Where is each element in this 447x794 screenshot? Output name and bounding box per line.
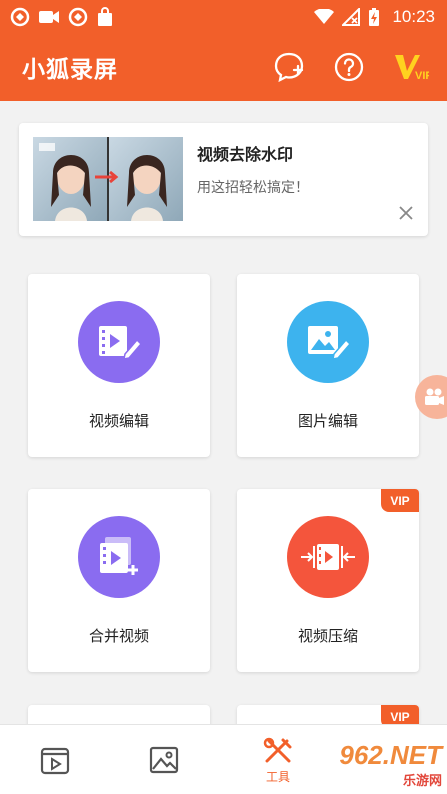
tool-card-video-edit[interactable]: 视频编辑	[28, 274, 210, 457]
battery-charging-icon	[369, 7, 380, 26]
banner-image	[33, 137, 183, 221]
video-edit-icon	[78, 301, 160, 383]
tool-label: 合并视频	[88, 627, 149, 645]
app-actions: VIP	[271, 49, 431, 85]
image-icon	[149, 746, 179, 774]
app-bar: 小狐录屏 VIP	[0, 33, 447, 101]
no-signal-icon	[342, 7, 361, 26]
tools-icon	[263, 737, 292, 762]
vip-button[interactable]: VIP	[391, 49, 431, 85]
nav-tools[interactable]: 工具	[248, 725, 308, 794]
status-bar: 10:23	[0, 0, 447, 33]
help-icon	[334, 52, 364, 82]
chat-add-icon	[274, 52, 304, 83]
tool-label: 视频压缩	[297, 627, 358, 645]
tool-card-image-edit[interactable]: 图片编辑	[237, 274, 419, 457]
svg-text:VIP: VIP	[415, 70, 429, 82]
image-edit-icon	[287, 301, 369, 383]
watermark-main: 962.NET	[339, 739, 442, 770]
site-watermark: 962.NET 乐游网	[312, 740, 442, 790]
vip-badge: VIP	[381, 489, 419, 512]
floating-record-button[interactable]	[415, 375, 447, 419]
nav-images[interactable]	[134, 725, 194, 794]
banner-title: 视频去除水印	[197, 145, 294, 164]
video-file-icon	[40, 747, 70, 775]
camera-icon	[425, 388, 444, 405]
tool-label: 视频编辑	[88, 412, 149, 430]
status-system: 10:23	[314, 7, 435, 27]
nav-tools-label: 工具	[265, 769, 290, 784]
video-compress-icon	[287, 516, 369, 598]
feedback-button[interactable]	[271, 49, 307, 85]
tool-label: 图片编辑	[297, 412, 358, 430]
tool-card-video-compress[interactable]: VIP 视频压缩	[237, 489, 419, 672]
app-notification-icon-2	[68, 7, 88, 26]
banner-subtitle: 用这招轻松搞定！	[197, 180, 309, 196]
help-button[interactable]	[331, 49, 367, 85]
vip-logo-icon: VIP	[395, 55, 429, 82]
status-time: 10:23	[392, 6, 435, 26]
app-title: 小狐录屏	[22, 57, 118, 83]
camera-notification-icon	[39, 10, 59, 23]
tool-card-video-merge[interactable]: 合并视频	[28, 489, 210, 672]
app-notification-icon	[10, 7, 30, 26]
close-icon[interactable]	[398, 205, 414, 221]
shopping-bag-icon	[98, 6, 112, 26]
video-merge-icon	[78, 516, 160, 598]
watermark-sub: 乐游网	[402, 773, 442, 789]
watermark-removal-banner[interactable]: 视频去除水印 用这招轻松搞定！	[19, 123, 428, 236]
status-notifications	[10, 6, 114, 27]
wifi-icon	[314, 8, 335, 24]
nav-videos[interactable]	[25, 725, 85, 794]
